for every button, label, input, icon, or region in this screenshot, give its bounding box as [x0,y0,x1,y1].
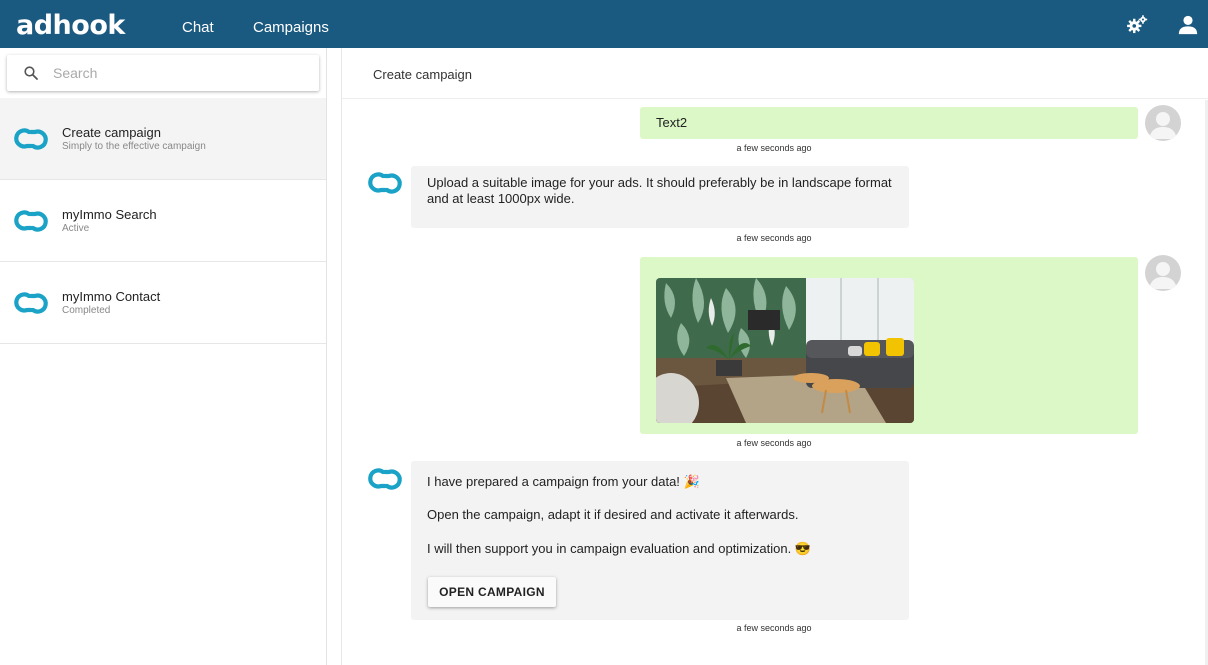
chat-panel: Create campaign Text2 a few seconds ago … [341,48,1208,665]
user-image-message [640,257,1138,434]
user-avatar [1145,255,1181,291]
user-icon[interactable] [1177,14,1199,36]
nav-campaigns[interactable]: Campaigns [253,19,329,36]
sidebar-item-title: myImmo Search [62,207,157,222]
link-icon [14,292,48,314]
search-icon [24,66,38,80]
bot-avatar-icon [368,172,402,194]
chat-header: Create campaign [342,48,1208,99]
sidebar-item-title: myImmo Contact [62,289,161,304]
sidebar: Create campaign Simply to the effective … [0,48,327,665]
message-line: I will then support you in campaign eval… [427,541,812,556]
sidebar-item-subtitle: Simply to the effective campaign [62,141,206,152]
chat-title: Create campaign [373,67,472,82]
campaign-list: Create campaign Simply to the effective … [0,98,326,344]
message-line: Open the campaign, adapt it if desired a… [427,507,799,522]
user-avatar [1145,105,1181,141]
bot-message: I have prepared a campaign from your dat… [411,461,909,620]
sidebar-item-subtitle: Active [62,223,90,234]
message-timestamp: a few seconds ago [736,143,812,153]
link-icon [14,128,48,150]
sidebar-item-myimmo-contact[interactable]: myImmo Contact Completed [0,262,326,344]
search-box [7,55,319,91]
gears-icon[interactable] [1126,14,1148,36]
bot-avatar-icon [368,468,402,490]
message-line: I have prepared a campaign from your dat… [427,474,700,489]
uploaded-image[interactable] [656,278,914,423]
sidebar-item-title: Create campaign [62,125,161,140]
message-text: Text2 [656,115,688,130]
message-timestamp: a few seconds ago [736,233,812,243]
top-bar: adhook Chat Campaigns [0,0,1208,48]
nav-chat[interactable]: Chat [182,19,214,36]
bot-message: Upload a suitable image for your ads. It… [411,166,909,228]
living-room-image [656,278,914,423]
message-timestamp: a few seconds ago [736,438,812,448]
link-icon [14,210,48,232]
sidebar-item-myimmo-search[interactable]: myImmo Search Active [0,180,326,262]
open-campaign-button[interactable]: OPEN CAMPAIGN [428,577,556,607]
message-timestamp: a few seconds ago [736,623,812,633]
app-logo[interactable]: adhook [16,10,125,41]
message-text: Upload a suitable image for your ads. It… [427,175,892,206]
user-message: Text2 [640,107,1138,139]
sidebar-item-subtitle: Completed [62,305,111,316]
sidebar-item-create-campaign[interactable]: Create campaign Simply to the effective … [0,98,326,180]
search-input[interactable] [53,63,303,83]
